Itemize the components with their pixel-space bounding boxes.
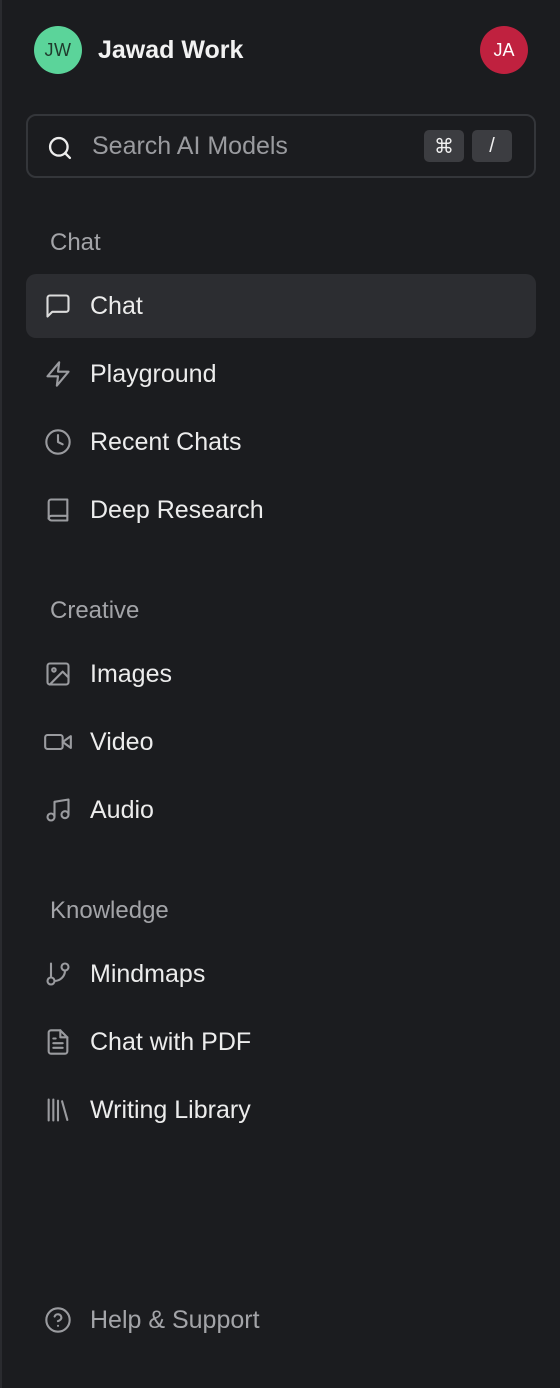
- nav-item-label: Mindmaps: [90, 960, 206, 988]
- help-support-label: Help & Support: [90, 1306, 260, 1334]
- nav-item-chat-with-pdf[interactable]: Chat with PDF: [26, 1010, 536, 1074]
- nav-item-mindmaps[interactable]: Mindmaps: [26, 942, 536, 1006]
- nav-item-recent-chats[interactable]: Recent Chats: [26, 410, 536, 474]
- workspace-avatar[interactable]: JW: [34, 26, 82, 74]
- video-icon: [44, 728, 72, 756]
- shortcut-slash-key: /: [472, 130, 512, 162]
- user-avatar[interactable]: JA: [480, 26, 528, 74]
- git-branch-icon: [44, 960, 72, 988]
- search-box[interactable]: ⌘ /: [26, 114, 536, 178]
- library-icon: [44, 1096, 72, 1124]
- user-initials: JA: [493, 39, 515, 60]
- sidebar: JW Jawad Work JA ⌘ / Chat Chat: [0, 0, 560, 1388]
- image-icon: [44, 660, 72, 688]
- nav-item-label: Writing Library: [90, 1096, 251, 1124]
- section-title-chat: Chat: [50, 229, 101, 256]
- nav-item-deep-research[interactable]: Deep Research: [26, 478, 536, 542]
- music-note-icon: [44, 796, 72, 824]
- help-support-link[interactable]: Help & Support: [26, 1288, 536, 1352]
- lightning-icon: [44, 360, 72, 388]
- nav-item-label: Chat with PDF: [90, 1028, 252, 1056]
- help-circle-icon: [44, 1306, 72, 1334]
- workspace-initials: JW: [44, 39, 72, 60]
- nav-item-label: Audio: [90, 796, 154, 824]
- nav-item-label: Recent Chats: [90, 428, 242, 456]
- clock-icon: [44, 428, 72, 456]
- nav-item-playground[interactable]: Playground: [26, 342, 536, 406]
- search-input[interactable]: [92, 126, 412, 166]
- nav-item-writing-library[interactable]: Writing Library: [26, 1078, 536, 1142]
- nav-item-chat[interactable]: Chat: [26, 274, 536, 338]
- search-icon: [46, 134, 74, 162]
- message-square-icon: [44, 292, 72, 320]
- nav-item-label: Deep Research: [90, 496, 264, 524]
- nav-item-images[interactable]: Images: [26, 642, 536, 706]
- book-icon: [44, 496, 72, 524]
- nav-item-video[interactable]: Video: [26, 710, 536, 774]
- nav-item-label: Playground: [90, 360, 217, 388]
- workspace-name[interactable]: Jawad Work: [98, 34, 243, 66]
- file-text-icon: [44, 1028, 72, 1056]
- nav-item-audio[interactable]: Audio: [26, 778, 536, 842]
- sidebar-header: JW Jawad Work JA: [2, 0, 560, 100]
- nav-item-label: Video: [90, 728, 154, 756]
- section-title-creative: Creative: [50, 597, 140, 624]
- nav-item-label: Chat: [90, 292, 143, 320]
- shortcut-command-key: ⌘: [424, 130, 464, 162]
- section-title-knowledge: Knowledge: [50, 897, 169, 924]
- nav-item-label: Images: [90, 660, 172, 688]
